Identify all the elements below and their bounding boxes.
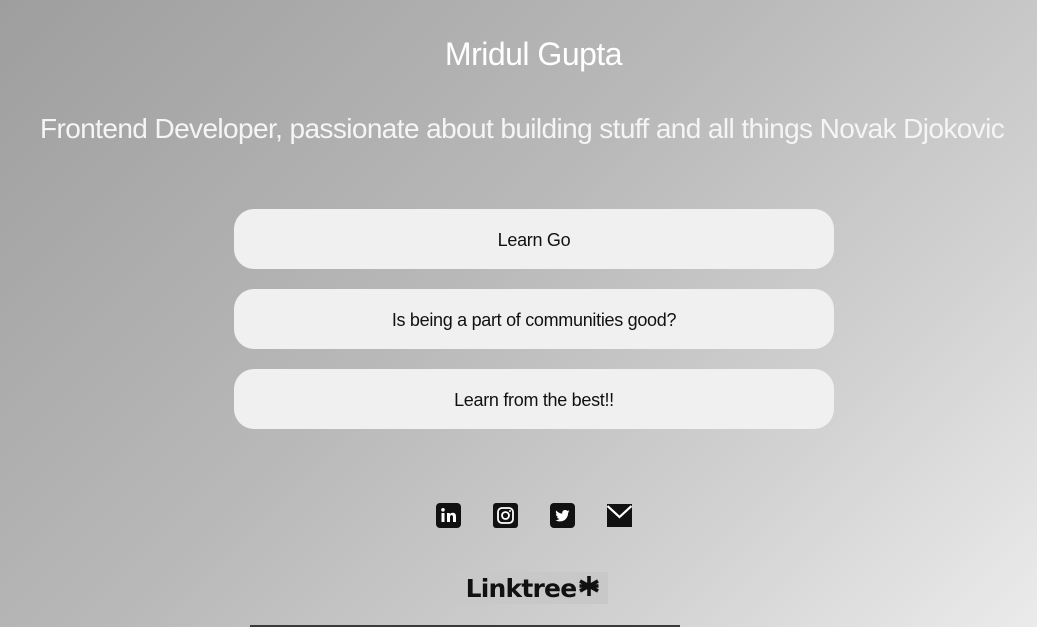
link-list: Learn Go Is being a part of communities … xyxy=(234,209,834,449)
email-icon[interactable] xyxy=(607,503,632,528)
linktree-logo[interactable]: Linktree xyxy=(458,572,608,604)
profile-name: Mridul Gupta xyxy=(444,36,623,72)
link-button-learn-from-best[interactable]: Learn from the best!! xyxy=(234,369,834,429)
link-button-learn-go[interactable]: Learn Go xyxy=(234,209,834,269)
linkedin-icon[interactable] xyxy=(436,503,461,528)
linktree-asterisk-icon xyxy=(578,575,600,602)
twitter-icon[interactable] xyxy=(550,503,575,528)
profile-tagline: Frontend Developer, passionate about bui… xyxy=(40,113,1005,144)
link-button-communities[interactable]: Is being a part of communities good? xyxy=(234,289,834,349)
instagram-icon[interactable] xyxy=(493,503,518,528)
social-icons xyxy=(436,503,632,528)
linktree-wordmark: Linktree xyxy=(465,573,578,603)
